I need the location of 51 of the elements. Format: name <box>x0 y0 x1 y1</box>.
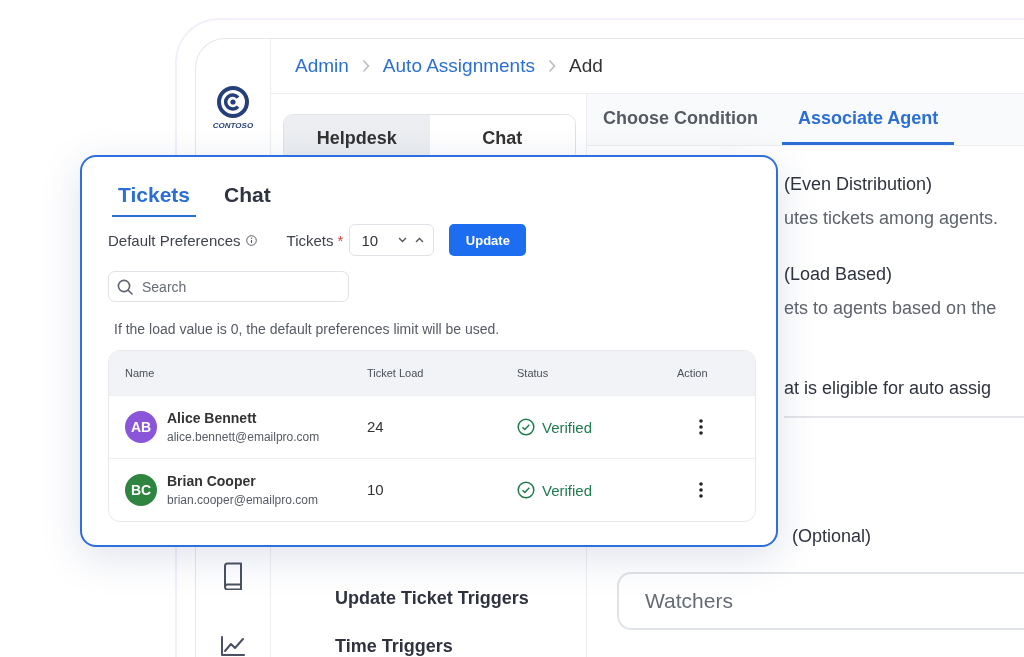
step-tab[interactable]: Associate Agent <box>782 94 955 145</box>
more-vertical-icon <box>699 482 703 498</box>
breadcrumb-current: Add <box>568 55 603 77</box>
option-title: (Load Based) <box>784 264 894 286</box>
book-icon <box>221 562 245 590</box>
ticket-load: 10 <box>367 481 384 498</box>
check-circle-icon <box>517 418 535 436</box>
watchers-field[interactable]: Watchers <box>617 572 1024 630</box>
step-tab[interactable]: Choose Condition <box>601 94 760 145</box>
card-tab[interactable]: Chat <box>218 177 277 217</box>
field-label: (Optional) <box>792 526 872 547</box>
tickets-stepper[interactable]: 10 <box>349 224 435 256</box>
default-preferences-label: Default Preferences <box>108 231 241 249</box>
option-description: utes tickets among agents. <box>784 208 1000 230</box>
option-title: (Even Distribution) <box>784 174 934 196</box>
status-text: Verified <box>542 418 593 436</box>
agent-email: brian.cooper@emailpro.com <box>167 493 318 507</box>
ticket-load: 24 <box>367 418 384 435</box>
menu-item[interactable]: Time Triggers <box>335 636 586 657</box>
status-text: Verified <box>542 481 593 499</box>
chevron-up-icon <box>415 237 425 243</box>
option-description: ets to agents based on the <box>784 298 998 320</box>
agent-name: Alice Bennett <box>167 410 258 426</box>
tickets-label: Tickets <box>286 231 334 249</box>
agent-name: Brian Cooper <box>167 473 257 489</box>
field-label: at is eligible for auto assig <box>784 378 993 399</box>
avatar: BC <box>125 474 157 506</box>
info-note: If the load value is 0, the default preferences limit will be used. <box>114 321 501 337</box>
agent-email: alice.bennett@emailpro.com <box>167 430 320 444</box>
update-button[interactable]: Update <box>449 224 527 256</box>
chevron-right-icon <box>547 59 556 73</box>
chevron-down-icon <box>398 237 408 243</box>
search-field[interactable]: Search <box>108 271 349 302</box>
logo-text: CONTOSO <box>212 121 254 130</box>
breadcrumb-link[interactable]: Auto Assignments <box>382 55 535 77</box>
breadcrumb-link[interactable]: Admin <box>295 55 349 77</box>
column-header: Ticket Load <box>367 367 425 379</box>
search-icon <box>117 279 133 295</box>
column-header: Action <box>677 367 709 379</box>
info-icon <box>245 234 257 246</box>
column-header: Status <box>517 367 550 379</box>
chart-icon <box>220 636 246 656</box>
more-vertical-icon <box>699 419 703 435</box>
column-header: Name <box>124 367 156 379</box>
check-circle-icon <box>517 481 535 499</box>
chevron-right-icon <box>361 59 370 73</box>
required-mark: * <box>337 231 344 249</box>
card-tab[interactable]: Tickets <box>112 177 196 217</box>
logo-icon <box>216 85 250 119</box>
menu-item[interactable]: Update Ticket Triggers <box>335 588 586 609</box>
avatar: AB <box>125 411 157 443</box>
